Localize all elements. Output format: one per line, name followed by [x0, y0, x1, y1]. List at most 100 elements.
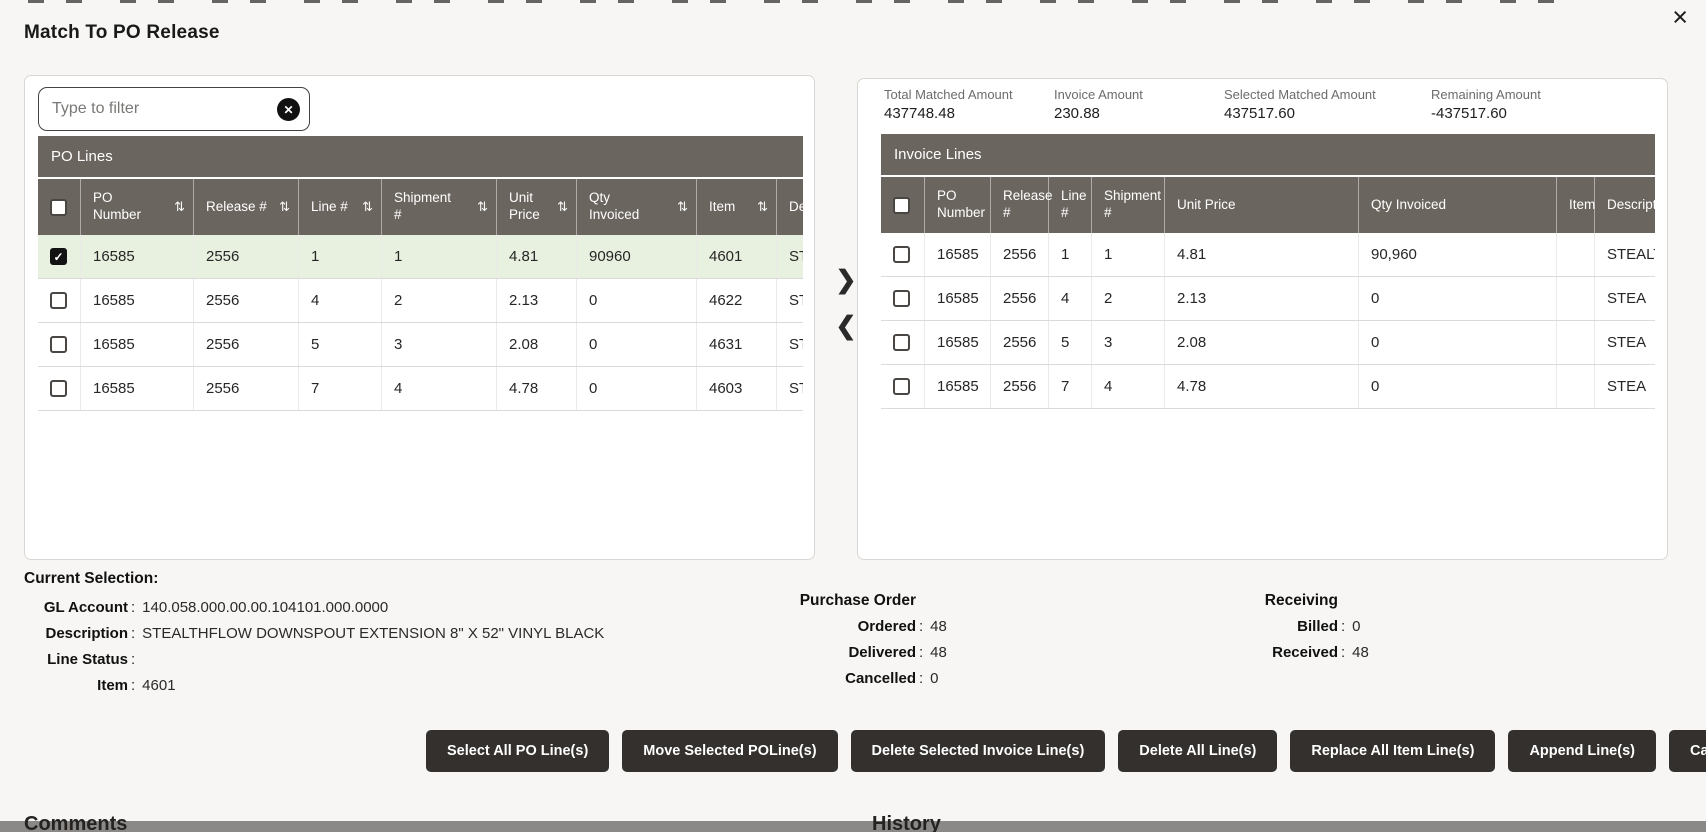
select-all-po-line-s-button[interactable]: Select All PO Line(s)	[426, 730, 609, 772]
column-header-po-number[interactable]: PO Number	[925, 177, 991, 233]
sort-icon[interactable]: ⇅	[477, 199, 488, 215]
cell-unit-price: 2.13	[1165, 277, 1359, 320]
column-header-unit-price[interactable]: Unit Price	[1165, 177, 1359, 233]
column-header-release[interactable]: Release #	[991, 177, 1049, 233]
cell-shipment: 1	[382, 235, 497, 278]
row-checkbox[interactable]	[50, 292, 67, 309]
column-label: Release #	[1003, 188, 1053, 222]
cell-description: STEA	[777, 323, 803, 366]
append-line-s-button[interactable]: Append Line(s)	[1508, 730, 1656, 772]
cell-line: 5	[299, 323, 382, 366]
field-value: 4601	[142, 673, 175, 699]
field-label: Cancelled	[790, 666, 916, 692]
field-label: Received	[1212, 640, 1338, 666]
close-icon[interactable]: ×	[1672, 4, 1688, 31]
delete-selected-invoice-line-s-button[interactable]: Delete Selected Invoice Line(s)	[851, 730, 1106, 772]
row-checkbox[interactable]	[893, 246, 910, 263]
column-header-shipment[interactable]: Shipment #	[1092, 177, 1165, 233]
select-all-header-cell-po	[38, 179, 81, 235]
sort-icon[interactable]: ⇅	[757, 199, 768, 215]
column-header-po-number[interactable]: PO Number⇅	[81, 179, 194, 235]
select-all-checkbox-invoice[interactable]	[893, 197, 910, 214]
cell-description: STEA	[1595, 277, 1655, 320]
field-label: Description	[24, 621, 128, 647]
row-checkbox[interactable]	[50, 336, 67, 353]
sort-icon[interactable]: ⇅	[174, 199, 185, 215]
select-all-checkbox-po[interactable]	[50, 199, 67, 216]
cell-shipment: 4	[382, 367, 497, 410]
filter-field: ✕	[38, 87, 310, 131]
sort-icon[interactable]: ⇅	[362, 199, 373, 215]
column-header-description[interactable]: Description⇅	[777, 179, 803, 235]
dialog-action-buttons: Select All PO Line(s) Move Selected POLin…	[426, 730, 1641, 772]
matched-amounts-summary: Total Matched Amount437748.48Invoice Amo…	[884, 87, 1541, 122]
table-row-invoice: 165852556422.130STEA	[881, 277, 1655, 321]
invoice-lines-title: Invoice Lines	[881, 134, 1655, 177]
cell-shipment: 4	[1092, 365, 1165, 408]
row-checkbox[interactable]	[893, 378, 910, 395]
row-checkbox[interactable]	[50, 380, 67, 397]
amount-value: 230.88	[1054, 105, 1224, 122]
field-delivered: Delivered:48	[790, 640, 947, 666]
column-label: Description	[789, 199, 803, 216]
cell-po-number: 16585	[925, 233, 991, 276]
po-lines-table: PO Lines PO Number⇅Release #⇅Line #⇅Ship…	[38, 136, 803, 411]
field-label: GL Account	[24, 595, 128, 621]
field-colon: :	[131, 673, 135, 699]
cell-release: 2556	[991, 233, 1049, 276]
sort-icon[interactable]: ⇅	[677, 199, 688, 215]
table-row-invoice: 165852556744.780STEA	[881, 365, 1655, 409]
cell-qty-invoiced: 90,960	[1359, 233, 1557, 276]
column-header-description[interactable]: Description	[1595, 177, 1655, 233]
match-to-po-release-dialog: Match To PO Release × ✕ PO Lines PO Numb…	[0, 0, 1706, 832]
column-header-item[interactable]: Item	[1557, 177, 1595, 233]
invoice-lines-panel: Total Matched Amount437748.48Invoice Amo…	[857, 78, 1668, 560]
filter-input[interactable]	[38, 87, 310, 131]
cell-item	[1557, 321, 1595, 364]
clear-filter-icon[interactable]: ✕	[277, 98, 300, 121]
column-label: Description	[1607, 197, 1655, 214]
table-row-po: 165852556532.0804631STEA	[38, 323, 803, 367]
row-checkbox[interactable]	[893, 290, 910, 307]
move-selected-poline-s-button[interactable]: Move Selected POLine(s)	[622, 730, 837, 772]
column-header-unit-price[interactable]: Unit Price⇅	[497, 179, 577, 235]
field-description: Description:STEALTHFLOW DOWNSPOUT EXTENS…	[24, 621, 604, 647]
row-checkbox-cell	[881, 321, 925, 364]
cell-line: 4	[1049, 277, 1092, 320]
column-header-release[interactable]: Release #⇅	[194, 179, 299, 235]
row-checkbox[interactable]: ✓	[50, 248, 67, 265]
cell-qty-invoiced: 0	[577, 367, 697, 410]
field-value: 140.058.000.00.00.104101.000.0000	[142, 595, 388, 621]
cell-po-number: 16585	[925, 321, 991, 364]
cell-unit-price: 2.08	[1165, 321, 1359, 364]
row-checkbox-cell: ✓	[38, 235, 81, 278]
cancel-button[interactable]: Cancel	[1669, 730, 1706, 772]
cell-description: STEALTHFLOW DOWNSPOUT EXTENSION 8" X 52"…	[777, 235, 803, 278]
cell-item	[1557, 365, 1595, 408]
clipped-text-artifact	[28, 0, 1588, 3]
row-checkbox-cell	[38, 323, 81, 366]
cell-item: 4601	[697, 235, 777, 278]
backdrop-edge-band	[0, 821, 1706, 832]
column-header-qty-invoiced[interactable]: Qty Invoiced	[1359, 177, 1557, 233]
column-header-line[interactable]: Line #⇅	[299, 179, 382, 235]
sort-icon[interactable]: ⇅	[557, 199, 568, 215]
field-value: 48	[930, 614, 947, 640]
delete-all-line-s-button[interactable]: Delete All Line(s)	[1118, 730, 1277, 772]
column-label: Qty Invoiced	[1371, 197, 1446, 214]
column-header-shipment[interactable]: Shipment # ⇅	[382, 179, 497, 235]
cell-description: STEA	[1595, 365, 1655, 408]
row-checkbox-cell	[881, 277, 925, 320]
field-ordered: Ordered:48	[790, 614, 947, 640]
cell-qty-invoiced: 0	[577, 279, 697, 322]
field-colon: :	[919, 666, 923, 692]
column-header-item[interactable]: Item⇅	[697, 179, 777, 235]
replace-all-item-line-s-button[interactable]: Replace All Item Line(s)	[1290, 730, 1495, 772]
column-header-qty-invoiced[interactable]: Qty Invoiced⇅	[577, 179, 697, 235]
column-header-line[interactable]: Line #	[1049, 177, 1092, 233]
field-cancelled: Cancelled:0	[790, 666, 947, 692]
sort-icon[interactable]: ⇅	[279, 199, 290, 215]
row-checkbox[interactable]	[893, 334, 910, 351]
column-label: Shipment #	[394, 190, 456, 224]
field-received: Received:48	[1212, 640, 1369, 666]
